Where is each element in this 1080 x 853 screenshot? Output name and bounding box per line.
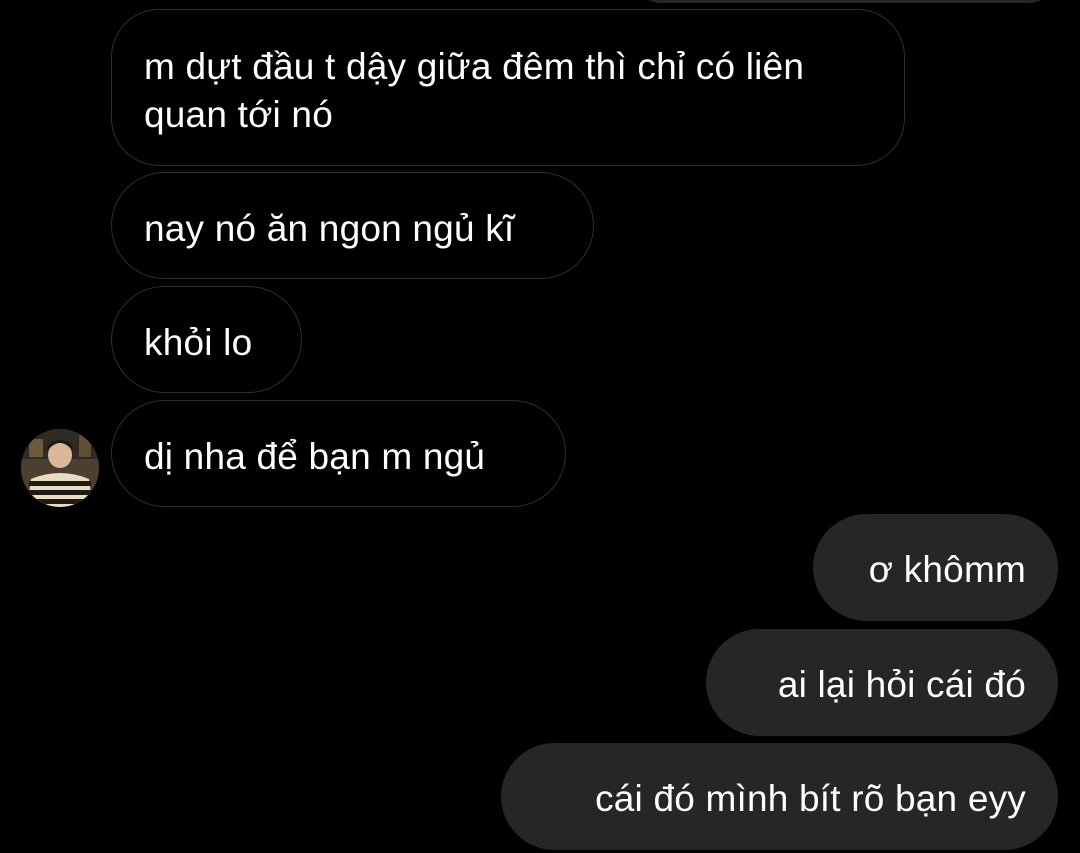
avatar-photo-icon	[21, 429, 99, 507]
outgoing-message-bubble[interactable]: ai lại hỏi cái đó	[706, 629, 1058, 736]
message-text: ai lại hỏi cái đó	[777, 664, 1026, 705]
message-text: nay nó ăn ngon ngủ kĩ	[144, 208, 515, 249]
message-text: dị nha để bạn m ngủ	[144, 436, 486, 477]
outgoing-message-bubble[interactable]: cái đó mình bít rõ bạn eyy	[501, 743, 1058, 850]
incoming-message-bubble[interactable]: m dựt đầu t dậy giữa đêm thì chỉ có liên…	[111, 9, 905, 166]
incoming-message-bubble[interactable]: dị nha để bạn m ngủ	[111, 400, 566, 507]
message-text: khỏi lo	[144, 322, 253, 363]
previous-message-bubble-edge[interactable]	[630, 0, 1060, 3]
message-text: m dựt đầu t dậy giữa đêm thì chỉ có liên…	[144, 46, 805, 135]
message-text: cái đó mình bít rõ bạn eyy	[595, 778, 1026, 819]
incoming-message-bubble[interactable]: khỏi lo	[111, 286, 302, 393]
incoming-message-bubble[interactable]: nay nó ăn ngon ngủ kĩ	[111, 172, 594, 279]
sender-avatar[interactable]	[21, 429, 99, 507]
outgoing-message-bubble[interactable]: ơ khômm	[813, 514, 1058, 621]
message-text: ơ khômm	[868, 549, 1026, 590]
